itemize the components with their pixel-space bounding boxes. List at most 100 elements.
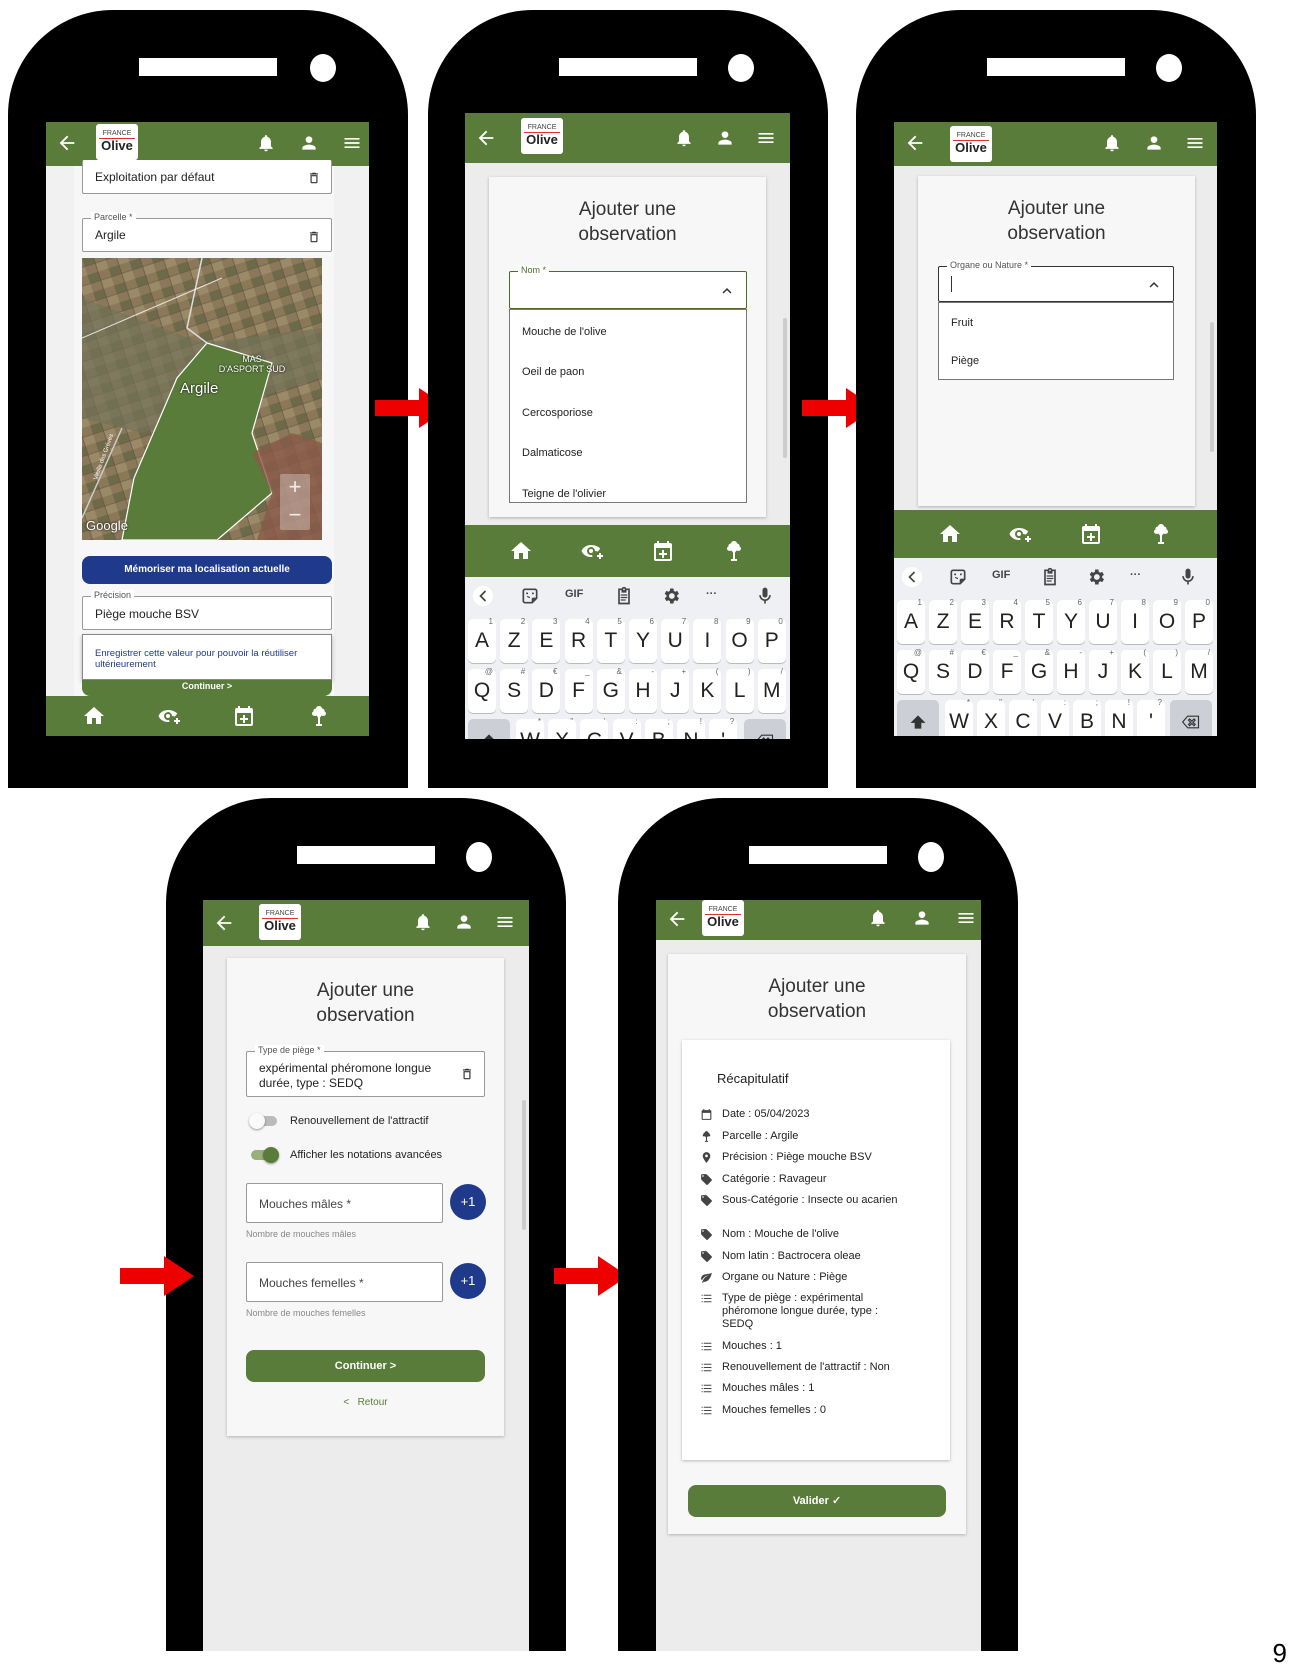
observation-add-icon[interactable] xyxy=(157,704,181,728)
trash-icon[interactable] xyxy=(307,229,321,245)
key-e[interactable]: E3 xyxy=(532,619,560,663)
key-y[interactable]: Y6 xyxy=(1057,600,1085,644)
key-u[interactable]: U7 xyxy=(661,619,689,663)
memorise-location-button[interactable]: Mémoriser ma localisation actuelle xyxy=(82,556,332,584)
bell-icon[interactable] xyxy=(256,133,276,153)
chevron-up-icon[interactable] xyxy=(1145,276,1163,294)
back-arrow-icon[interactable] xyxy=(904,132,926,154)
option-oeil-de-paon[interactable]: Oeil de paon xyxy=(522,366,584,378)
key-c[interactable]: C' xyxy=(1009,700,1037,736)
scrollbar[interactable] xyxy=(522,1100,526,1230)
option-fruit[interactable]: Fruit xyxy=(951,317,973,329)
observation-add-icon[interactable] xyxy=(580,539,604,563)
user-icon[interactable] xyxy=(912,908,932,928)
save-suggestion-popup[interactable]: Enregistrer cette valeur pour pouvoir la… xyxy=(82,634,332,680)
exploitation-field[interactable]: Exploitation par défaut xyxy=(82,160,332,194)
continue-button[interactable]: Continuer > xyxy=(246,1350,485,1382)
calendar-add-icon[interactable] xyxy=(1079,522,1103,546)
key-l[interactable]: L) xyxy=(726,669,754,713)
key-t[interactable]: T5 xyxy=(1025,600,1053,644)
key-r[interactable]: R4 xyxy=(565,619,593,663)
key-p[interactable]: P0 xyxy=(758,619,786,663)
key-h[interactable]: H- xyxy=(629,669,657,713)
settings-icon[interactable] xyxy=(1086,567,1106,587)
femelles-plus-one-button[interactable]: +1 xyxy=(450,1263,486,1299)
key-v[interactable]: V: xyxy=(1041,700,1069,736)
user-icon[interactable] xyxy=(299,133,319,153)
option-mouche-olive[interactable]: Mouche de l'olive xyxy=(522,326,607,338)
olive-tree-icon[interactable] xyxy=(1149,522,1173,546)
key-x[interactable]: X" xyxy=(977,700,1005,736)
user-icon[interactable] xyxy=(715,128,735,148)
clipboard-icon[interactable] xyxy=(614,586,634,606)
trash-icon[interactable] xyxy=(307,170,321,186)
key-apostrophe[interactable]: '? xyxy=(1137,700,1165,736)
key-g[interactable]: G& xyxy=(597,669,625,713)
key-b[interactable]: B; xyxy=(1073,700,1101,736)
shift-key-icon[interactable] xyxy=(468,719,510,739)
key-x[interactable]: X" xyxy=(548,719,576,739)
key-q[interactable]: Q@ xyxy=(468,669,496,713)
key-d[interactable]: D€ xyxy=(961,650,989,694)
key-z[interactable]: Z2 xyxy=(500,619,528,663)
microphone-icon[interactable] xyxy=(755,586,775,606)
keyboard-back-icon[interactable] xyxy=(902,567,922,587)
key-s[interactable]: S# xyxy=(929,650,957,694)
key-n[interactable]: N! xyxy=(677,719,705,739)
back-arrow-icon[interactable] xyxy=(475,127,497,149)
more-button[interactable]: ··· xyxy=(706,588,717,600)
calendar-add-icon[interactable] xyxy=(651,539,675,563)
key-f[interactable]: F_ xyxy=(993,650,1021,694)
menu-icon[interactable] xyxy=(956,908,976,928)
chevron-up-icon[interactable] xyxy=(718,282,736,300)
scrollbar[interactable] xyxy=(783,318,787,458)
menu-icon[interactable] xyxy=(342,133,362,153)
nom-select[interactable]: Nom * xyxy=(509,271,747,309)
france-olive-logo[interactable]: FRANCEOlive xyxy=(259,904,301,940)
key-g[interactable]: G& xyxy=(1025,650,1053,694)
option-cercosporiose[interactable]: Cercosporiose xyxy=(522,407,593,419)
back-arrow-icon[interactable] xyxy=(56,132,78,154)
backspace-key-icon[interactable] xyxy=(744,719,786,739)
bell-icon[interactable] xyxy=(674,128,694,148)
key-j[interactable]: J+ xyxy=(1089,650,1117,694)
key-u[interactable]: U7 xyxy=(1089,600,1117,644)
key-i[interactable]: I8 xyxy=(693,619,721,663)
key-h[interactable]: H- xyxy=(1057,650,1085,694)
renouvellement-toggle[interactable] xyxy=(251,1116,277,1126)
parcelle-field[interactable]: Parcelle * Argile xyxy=(82,218,332,252)
menu-icon[interactable] xyxy=(1185,133,1205,153)
home-icon[interactable] xyxy=(938,522,962,546)
mouches-males-field[interactable]: Mouches mâles * xyxy=(246,1183,443,1223)
sticker-icon[interactable] xyxy=(520,586,540,606)
key-k[interactable]: K( xyxy=(693,669,721,713)
key-f[interactable]: F_ xyxy=(565,669,593,713)
key-j[interactable]: J+ xyxy=(661,669,689,713)
validate-button[interactable]: Valider ✓ xyxy=(688,1485,946,1517)
back-arrow-icon[interactable] xyxy=(213,912,235,934)
key-n[interactable]: N! xyxy=(1105,700,1133,736)
key-e[interactable]: E3 xyxy=(961,600,989,644)
clipboard-icon[interactable] xyxy=(1040,567,1060,587)
key-y[interactable]: Y6 xyxy=(629,619,657,663)
zoom-out-button[interactable]: − xyxy=(280,502,310,530)
key-apostrophe[interactable]: '? xyxy=(709,719,737,739)
satellite-map[interactable]: MAS D'ASPORT SUD Argile Vieille des Grèv… xyxy=(82,258,322,540)
user-icon[interactable] xyxy=(1144,133,1164,153)
organe-select[interactable]: Organe ou Nature * xyxy=(938,266,1174,302)
gif-button[interactable]: GIF xyxy=(992,569,1010,581)
key-m[interactable]: M/ xyxy=(1185,650,1213,694)
gif-button[interactable]: GIF xyxy=(565,588,583,600)
key-i[interactable]: I8 xyxy=(1121,600,1149,644)
key-k[interactable]: K( xyxy=(1121,650,1149,694)
sticker-icon[interactable] xyxy=(948,567,968,587)
more-button[interactable]: ··· xyxy=(1130,569,1141,581)
bell-icon[interactable] xyxy=(1102,133,1122,153)
option-dalmaticose[interactable]: Dalmaticose xyxy=(522,447,583,459)
france-olive-logo[interactable]: FRANCEOlive xyxy=(96,124,138,160)
key-q[interactable]: Q@ xyxy=(897,650,925,694)
key-o[interactable]: O9 xyxy=(726,619,754,663)
key-a[interactable]: A1 xyxy=(897,600,925,644)
backspace-key-icon[interactable] xyxy=(1170,700,1212,736)
key-z[interactable]: Z2 xyxy=(929,600,957,644)
